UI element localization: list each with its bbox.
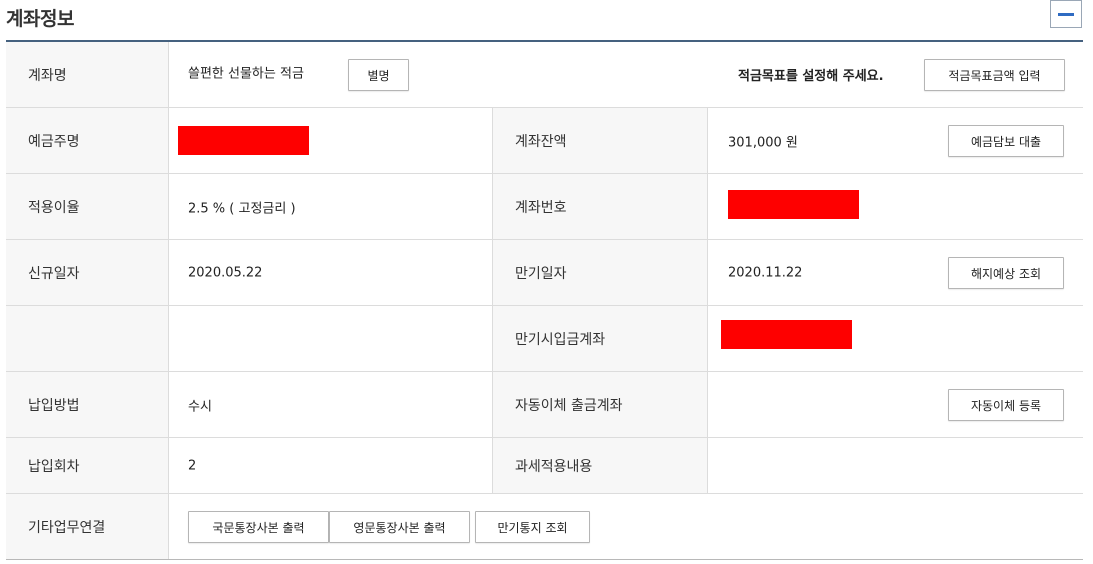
value-auto-transfer-cell: 자동이체 등록	[707, 372, 1083, 437]
label-empty	[6, 306, 168, 371]
alias-button[interactable]: 별명	[348, 59, 409, 91]
cancel-estimate-button[interactable]: 해지예상 조회	[948, 257, 1064, 289]
row-maturity-account: 만기시입금계좌	[6, 306, 1083, 372]
value-payment-cell: 수시	[168, 372, 492, 437]
value-installments-cell: 2	[168, 438, 492, 493]
label-rate: 적용이율	[6, 174, 168, 239]
label-auto-transfer: 자동이체 출금계좌	[492, 372, 707, 437]
label-maturity: 만기일자	[492, 240, 707, 305]
label-holder: 예금주명	[6, 108, 168, 173]
auto-transfer-register-button[interactable]: 자동이체 등록	[948, 389, 1064, 421]
value-account-name: 쓸편한 선물하는 적금	[188, 66, 304, 82]
value-tax-cell	[707, 438, 1083, 493]
value-holder-cell	[168, 108, 492, 173]
value-maturity: 2020.11.22	[728, 265, 803, 280]
label-balance: 계좌잔액	[492, 108, 707, 173]
goal-amount-button[interactable]: 적금목표금액 입력	[924, 59, 1065, 91]
redacted-holder-name	[178, 126, 309, 155]
label-tax: 과세적용내용	[492, 438, 707, 493]
row-holder: 예금주명 계좌잔액 301,000 원 예금담보 대출	[6, 108, 1083, 174]
row-other: 기타업무연결 국문통장사본 출력 영문통장사본 출력 만기통지 조회	[6, 494, 1083, 560]
value-balance-cell: 301,000 원 예금담보 대출	[707, 108, 1083, 173]
value-opened-cell: 2020.05.22	[168, 240, 492, 305]
label-maturity-account: 만기시입금계좌	[492, 306, 707, 371]
value-account-name-cell: 쓸편한 선물하는 적금 별명 적금목표를 설정해 주세요. 적금목표금액 입력	[168, 42, 1083, 107]
value-installments: 2	[188, 458, 197, 473]
row-payment: 납입방법 수시 자동이체 출금계좌 자동이체 등록	[6, 372, 1083, 438]
deposit-loan-button[interactable]: 예금담보 대출	[948, 125, 1064, 157]
value-opened: 2020.05.22	[188, 265, 263, 280]
redacted-maturity-account	[721, 320, 852, 349]
section-title: 계좌정보	[6, 8, 74, 30]
value-other-cell: 국문통장사본 출력 영문통장사본 출력 만기통지 조회	[168, 494, 1083, 559]
value-account-number-cell	[707, 174, 1083, 239]
row-account-name: 계좌명 쓸편한 선물하는 적금 별명 적금목표를 설정해 주세요. 적금목표금액…	[6, 42, 1083, 108]
label-payment: 납입방법	[6, 372, 168, 437]
label-installments: 납입회차	[6, 438, 168, 493]
value-payment: 수시	[188, 399, 212, 414]
value-empty-cell	[168, 306, 492, 371]
redacted-account-number	[728, 190, 859, 219]
value-balance: 301,000 원	[728, 135, 798, 150]
row-opened: 신규일자 2020.05.22 만기일자 2020.11.22 해지예상 조회	[6, 240, 1083, 306]
label-account-name: 계좌명	[6, 42, 168, 107]
korean-passbook-print-button[interactable]: 국문통장사본 출력	[188, 511, 329, 543]
value-rate: 2.5 % ( 고정금리 )	[188, 201, 296, 216]
maturity-notice-button[interactable]: 만기통지 조회	[475, 511, 590, 543]
value-rate-cell: 2.5 % ( 고정금리 )	[168, 174, 492, 239]
label-opened: 신규일자	[6, 240, 168, 305]
collapse-button[interactable]	[1050, 0, 1082, 28]
row-rate: 적용이율 2.5 % ( 고정금리 ) 계좌번호	[6, 174, 1083, 240]
row-installments: 납입회차 2 과세적용내용	[6, 438, 1083, 494]
goal-message: 적금목표를 설정해 주세요.	[738, 69, 884, 84]
label-account-number: 계좌번호	[492, 174, 707, 239]
english-passbook-print-button[interactable]: 영문통장사본 출력	[329, 511, 470, 543]
minus-icon	[1058, 13, 1074, 16]
value-maturity-cell: 2020.11.22 해지예상 조회	[707, 240, 1083, 305]
value-maturity-account-cell	[707, 306, 1083, 371]
label-other: 기타업무연결	[6, 494, 168, 559]
